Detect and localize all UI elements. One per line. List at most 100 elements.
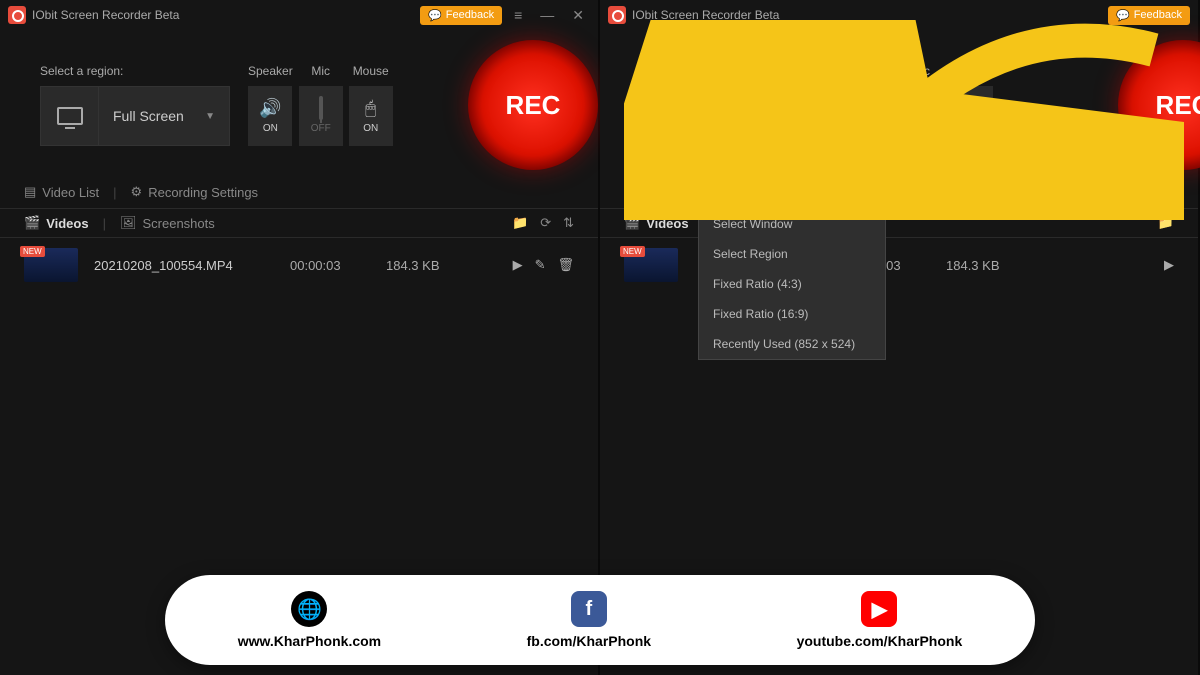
- dropdown-item-fixed-16-9[interactable]: Fixed Ratio (16:9): [699, 299, 885, 329]
- speaker-toggle[interactable]: 🔊 ON: [248, 86, 292, 146]
- youtube-icon: ▶: [861, 591, 897, 627]
- mic-toggle[interactable]: OFF: [299, 86, 343, 146]
- video-list-label: Video List: [642, 185, 699, 200]
- speaker-toggle[interactable]: 🔊 ON: [848, 86, 892, 146]
- file-name[interactable]: 20210208_100554.MP4: [94, 258, 274, 273]
- facebook-url: fb.com/KharPhonk: [527, 633, 651, 649]
- minimize-icon[interactable]: —: [534, 7, 560, 23]
- region-label: Select a region:: [40, 64, 230, 78]
- chat-icon: 💬: [428, 9, 442, 22]
- region-value[interactable]: Full Screen ▼: [99, 87, 229, 145]
- dropdown-item-fullscreen[interactable]: Full Screen: [699, 179, 885, 209]
- play-icon[interactable]: ▶: [513, 257, 523, 273]
- dropdown-item-fixed-4-3[interactable]: Fixed Ratio (4:3): [699, 269, 885, 299]
- videos-label: Videos: [46, 216, 88, 231]
- speaker-state: ON: [263, 123, 278, 134]
- folder-icon[interactable]: 📁: [512, 215, 528, 231]
- video-thumbnail[interactable]: NEW: [624, 248, 678, 282]
- screenshots-tab[interactable]: 🖼 Screenshots: [120, 215, 215, 231]
- dropdown-item-select-window[interactable]: Select Window: [699, 209, 885, 239]
- mouse-toggle-col: Mouse 🖱 ON: [349, 64, 393, 146]
- social-youtube[interactable]: ▶ youtube.com/KharPhonk: [797, 591, 963, 649]
- menu-icon[interactable]: ≡: [508, 7, 528, 23]
- edit-icon[interactable]: ✎: [535, 257, 546, 273]
- region-column: Select a region: Full Screen ▼: [40, 64, 230, 146]
- videos-tab[interactable]: 🎬 Videos: [624, 215, 689, 231]
- titlebar: IObit Screen Recorder Beta 💬 Feedback ≡ …: [0, 0, 598, 30]
- feedback-button[interactable]: 💬 Feedback: [420, 6, 502, 25]
- social-facebook[interactable]: f fb.com/KharPhonk: [527, 591, 651, 649]
- mouse-state: ON: [363, 123, 378, 134]
- close-icon[interactable]: ✕: [566, 7, 590, 24]
- file-size: 184.3 KB: [386, 258, 466, 273]
- list-icon: ▤: [624, 184, 636, 200]
- media-tabs: 🎬 Videos | 🖼 Screenshots 📁 ⟳ ⇅: [0, 208, 598, 238]
- mouse-label: Mouse: [953, 64, 989, 78]
- youtube-url: youtube.com/KharPhonk: [797, 633, 963, 649]
- cursor-icon: 🖱: [965, 98, 976, 119]
- mouse-toggle-col: Mouse 🖱 OFF: [949, 64, 993, 146]
- file-duration: 00:00:03: [290, 258, 370, 273]
- video-thumbnail[interactable]: NEW: [24, 248, 78, 282]
- toggle-group: Speaker 🔊 ON Mic OFF Mouse 🖱 ON: [248, 64, 393, 146]
- row-actions: ▶: [1164, 257, 1174, 273]
- mouse-toggle[interactable]: 🖱 OFF: [949, 86, 993, 146]
- new-badge: NEW: [20, 246, 45, 257]
- social-website[interactable]: 🌐 www.KharPhonk.com: [238, 591, 381, 649]
- region-dropdown: Full Screen Select Window Select Region …: [698, 178, 886, 360]
- app-title: IObit Screen Recorder Beta: [32, 8, 414, 22]
- media-tabs: 🎬 Videos 📁: [600, 208, 1198, 238]
- sort-icon[interactable]: ⇅: [563, 215, 574, 231]
- separator: |: [103, 216, 106, 231]
- mic-icon: [919, 98, 923, 119]
- feedback-label: Feedback: [446, 9, 494, 21]
- file-size: 184.3 KB: [946, 258, 1026, 273]
- controls-row: Select a region: Full Screen ▼ Speaker 🔊…: [600, 30, 1198, 170]
- row-actions: ▶ ✎ 🗑: [513, 257, 574, 273]
- region-select[interactable]: Full Screen ▼: [640, 86, 830, 146]
- delete-icon[interactable]: 🗑: [557, 257, 574, 273]
- list-icon: ▤: [24, 184, 36, 200]
- app-window-left: IObit Screen Recorder Beta 💬 Feedback ≡ …: [0, 0, 600, 675]
- videos-label: Videos: [646, 216, 688, 231]
- region-select[interactable]: Full Screen ▼: [40, 86, 230, 146]
- region-value[interactable]: Full Screen ▼: [699, 87, 829, 145]
- region-label: Select a region:: [640, 64, 830, 78]
- refresh-icon[interactable]: ⟳: [540, 215, 551, 231]
- videos-tab[interactable]: 🎬 Videos: [24, 215, 89, 231]
- video-list-tab[interactable]: ▤ Video List: [624, 184, 699, 200]
- app-logo-icon: [608, 6, 626, 24]
- region-value-text: Full Screen: [713, 108, 784, 124]
- speaker-state: ON: [863, 123, 878, 134]
- speaker-label: Speaker: [248, 64, 293, 78]
- dropdown-item-recently-used[interactable]: Recently Used (852 x 524): [699, 329, 885, 359]
- gear-icon: ⚙: [131, 184, 143, 200]
- chevron-down-icon: ▼: [205, 111, 215, 122]
- film-icon: 🎬: [24, 215, 40, 231]
- settings-label: Recording Settings: [148, 185, 258, 200]
- dropdown-item-select-region[interactable]: Select Region: [699, 239, 885, 269]
- mic-label: Mic: [311, 64, 330, 78]
- mic-toggle-col: Mic OFF: [299, 64, 343, 146]
- section-tabs: ▤ Video List | ⚙ Recording Settings: [0, 170, 598, 208]
- mouse-toggle[interactable]: 🖱 ON: [349, 86, 393, 146]
- feedback-label: Feedback: [1134, 9, 1182, 21]
- globe-icon: 🌐: [291, 591, 327, 627]
- region-column: Select a region: Full Screen ▼: [640, 64, 830, 146]
- folder-icon[interactable]: 📁: [1158, 215, 1174, 231]
- mic-toggle-col: Mic OFF: [899, 64, 943, 146]
- recording-settings-tab[interactable]: ⚙ Recording Settings: [131, 184, 259, 200]
- titlebar: IObit Screen Recorder Beta 💬 Feedback: [600, 0, 1198, 30]
- feedback-button[interactable]: 💬 Feedback: [1108, 6, 1190, 25]
- mic-toggle[interactable]: OFF: [899, 86, 943, 146]
- record-button[interactable]: REC: [1118, 40, 1200, 170]
- mic-state: OFF: [311, 123, 331, 134]
- mouse-label: Mouse: [353, 64, 389, 78]
- controls-row: Select a region: Full Screen ▼ Speaker 🔊…: [0, 30, 598, 170]
- separator: |: [113, 185, 116, 200]
- record-button[interactable]: REC: [468, 40, 598, 170]
- video-row: NEW 00:00:03 184.3 KB ▶: [600, 238, 1198, 292]
- social-overlay: 🌐 www.KharPhonk.com f fb.com/KharPhonk ▶…: [165, 575, 1035, 665]
- video-list-tab[interactable]: ▤ Video List: [24, 184, 99, 200]
- play-icon[interactable]: ▶: [1164, 257, 1174, 273]
